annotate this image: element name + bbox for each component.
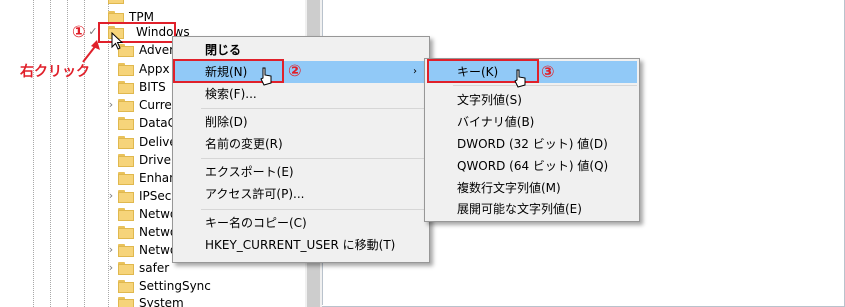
tree-node-label: safer xyxy=(139,261,170,275)
menu-item-label: キー名のコピー(C) xyxy=(205,216,307,230)
folder-icon xyxy=(118,297,134,307)
folder-icon xyxy=(118,262,134,275)
tree-expander[interactable] xyxy=(106,169,116,187)
menu-item-label: 削除(D) xyxy=(205,115,248,129)
menu-item-string-value[interactable]: 文字列値(S) xyxy=(427,89,637,111)
hand-pointer-icon xyxy=(514,69,526,88)
step-3-marker: ③ xyxy=(541,62,555,81)
tree-expander[interactable] xyxy=(106,78,116,96)
tree-expander[interactable] xyxy=(106,133,116,151)
menu-item-label: 検索(F)... xyxy=(205,87,257,101)
folder-icon xyxy=(118,99,134,112)
expand-chevron-icon[interactable]: › xyxy=(106,259,116,277)
menu-separator xyxy=(201,209,427,210)
tree-expander[interactable] xyxy=(106,151,116,169)
folder-icon xyxy=(118,136,134,149)
menu-item-find[interactable]: 検索(F)... xyxy=(175,83,427,105)
menu-item-collapse[interactable]: 閉じる xyxy=(175,39,427,61)
tree-node-label: Appx xyxy=(139,62,170,76)
tree-expander[interactable] xyxy=(106,205,116,223)
menu-item-qword-value[interactable]: QWORD (64 ビット) 値(Q) xyxy=(427,155,637,177)
hand-pointer-icon xyxy=(260,67,272,86)
menu-separator xyxy=(201,108,427,109)
menu-item-rename[interactable]: 名前の変更(R) xyxy=(175,133,427,155)
folder-icon xyxy=(118,280,134,293)
menu-item-label: 文字列値(S) xyxy=(457,93,522,107)
folder-icon xyxy=(118,117,134,130)
menu-item-label: DWORD (32 ビット) 値(D) xyxy=(457,137,608,151)
tree-node-label: BITS xyxy=(139,80,166,94)
expand-chevron-icon[interactable]: › xyxy=(106,96,116,114)
folder-icon xyxy=(118,81,134,94)
folder-icon xyxy=(118,154,134,167)
tree-node-label: SettingSync xyxy=(139,279,211,293)
tree-expander[interactable] xyxy=(106,223,116,241)
tree-expander[interactable] xyxy=(106,114,116,132)
tree-expander[interactable] xyxy=(106,60,116,78)
tree-guide-line xyxy=(33,0,34,307)
folder-icon xyxy=(118,190,134,203)
tree-node-label: Driver xyxy=(139,153,176,167)
menu-item-permissions[interactable]: アクセス許可(P)... xyxy=(175,183,427,205)
folder-icon xyxy=(118,63,134,76)
menu-item-dword-value[interactable]: DWORD (32 ビット) 値(D) xyxy=(427,133,637,155)
menu-item-goto-hkcu[interactable]: HKEY_CURRENT_USER に移動(T) xyxy=(175,234,427,256)
mouse-pointer-icon xyxy=(111,32,124,50)
windows-node-highlight-box xyxy=(98,22,176,43)
menu-item-label: QWORD (64 ビット) 値(Q) xyxy=(457,159,609,173)
menu-item-label: エクスポート(E) xyxy=(205,165,294,179)
menu-item-multi-string-value[interactable]: 複数行文字列値(M) xyxy=(427,177,637,199)
tree-guide-line xyxy=(50,0,51,307)
menu-item-label: 閉じる xyxy=(205,43,242,57)
folder-icon xyxy=(108,0,124,4)
menu-item-copy-key-name[interactable]: キー名のコピー(C) xyxy=(175,212,427,234)
menu-separator xyxy=(453,85,637,86)
menu-item-delete[interactable]: 削除(D) xyxy=(175,111,427,133)
menu-separator xyxy=(201,158,427,159)
expand-chevron-icon[interactable]: › xyxy=(106,187,116,205)
menu-item-expandable-string-value[interactable]: 展開可能な文字列値(E) xyxy=(427,198,637,220)
folder-icon xyxy=(118,244,134,257)
menu-item-label: 複数行文字列値(M) xyxy=(457,181,561,195)
tree-expander[interactable] xyxy=(106,277,116,295)
menu-item-label: アクセス許可(P)... xyxy=(205,187,305,201)
menu-item-label: 展開可能な文字列値(E) xyxy=(457,202,582,216)
submenu-arrow-icon: › xyxy=(413,66,417,77)
menu-item-binary-value[interactable]: バイナリ値(B) xyxy=(427,111,637,133)
right-click-label: 右クリック xyxy=(20,64,90,80)
tree-node-label: System xyxy=(139,296,184,307)
tree-node-label: IPSec xyxy=(139,189,172,203)
tree-expander[interactable] xyxy=(106,294,116,307)
folder-icon xyxy=(118,226,134,239)
folder-icon xyxy=(118,172,134,185)
step-2-marker: ② xyxy=(288,61,302,80)
menu-item-label: バイナリ値(B) xyxy=(457,115,535,129)
folder-icon xyxy=(118,208,134,221)
expand-chevron-icon[interactable]: › xyxy=(106,241,116,259)
tree-guide-line xyxy=(67,0,68,307)
menu-item-label: HKEY_CURRENT_USER に移動(T) xyxy=(205,238,396,252)
menu-item-export[interactable]: エクスポート(E) xyxy=(175,161,427,183)
menu-item-label: 名前の変更(R) xyxy=(205,137,283,151)
